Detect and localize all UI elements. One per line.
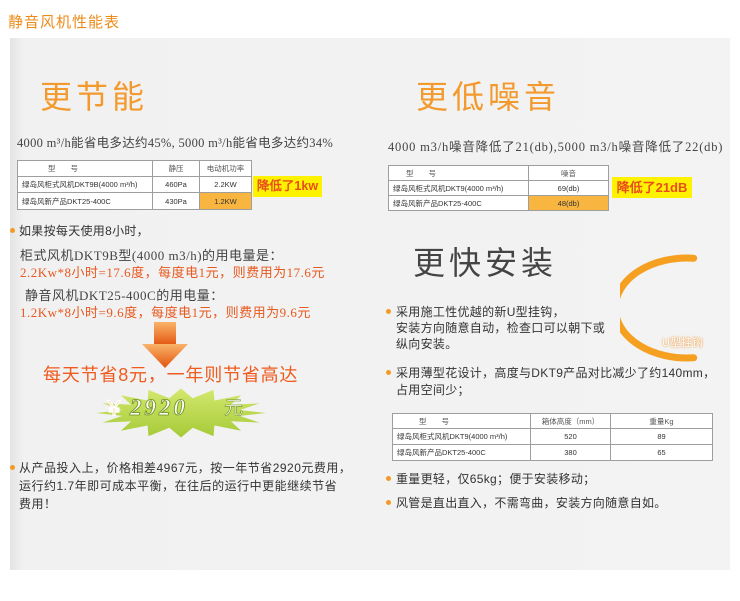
arrow-down-icon [142, 322, 188, 368]
usage-note: 如果按每天使用8小时， [19, 224, 149, 238]
roi-line: 费用！ [19, 497, 57, 511]
table-header-cell: 箱体高度（mm） [530, 413, 611, 429]
table-header-row: 型 号 噪音 [388, 165, 609, 181]
saving-currency: ￥ [104, 398, 125, 421]
bullet-dot-icon [386, 309, 391, 314]
table-row: 绿岛风新产品DKT25-400C 48(db) [388, 195, 609, 211]
bullet-dot-icon [386, 500, 391, 505]
install-heading: 更快安装 [413, 244, 558, 282]
table-header-cell: 型 号 [17, 160, 153, 177]
table-row: 绿岛风柜式风机DKT9B(4000 m³/h) 460Pa 2.2KW [17, 176, 252, 193]
table-header-cell: 电动机功率 [199, 160, 252, 177]
hook-line: 安装方向随意自动，检查口可以朝下或 [396, 321, 606, 335]
table-cell: 绿岛风新产品DKT25-400C [17, 192, 153, 210]
table-cell: 430Pa [152, 192, 200, 210]
table-cell-highlight: 1.2KW [199, 192, 252, 210]
install-table: 型 号 箱体高度（mm） 重量Kg 绿岛风柜式风机DKT9(4000 m³/h)… [392, 413, 713, 461]
new-usage-label: 静音风机DKT25-400C的用电量： [25, 288, 224, 303]
table-header-row: 型 号 静压 电动机功率 [17, 160, 252, 177]
table-header-cell: 噪音 [528, 165, 609, 181]
table-cell: 2.2KW [199, 176, 252, 193]
table-cell: 绿岛风柜式风机DKT9(4000 m³/h) [388, 180, 529, 196]
bullet-dot-icon [10, 228, 15, 233]
table-cell: 绿岛风新产品DKT25-400C [392, 444, 531, 461]
saving-unit: 元 [224, 398, 244, 420]
roi-line: 从产品投入上，价格相差4967元，按一年节省2920元费用， [19, 461, 352, 475]
energy-heading: 更节能 [40, 78, 149, 116]
table-cell: 绿岛风新产品DKT25-400C [388, 195, 529, 211]
table-row: 绿岛风新产品DKT25-400C 380 65 [392, 444, 713, 461]
new-usage-calc: 1.2Kw*8小时=9.6度，每度电1元，则费用为9.6元 [20, 305, 311, 320]
noise-heading: 更低噪音 [416, 78, 561, 116]
table-cell: 520 [530, 428, 611, 445]
table-header-cell: 重量Kg [610, 413, 713, 429]
page: 静音风机性能表 更节能 4000 m³/h能省电多达约45%, 5000 m³/… [0, 0, 740, 601]
table-cell: 69(db) [528, 180, 609, 196]
roi-line: 运行约1.7年即可成本平衡，在往后的运行中更能继续节省 [19, 479, 338, 493]
table-header-cell: 型 号 [388, 165, 529, 181]
table-cell-highlight: 48(db) [528, 195, 609, 211]
table-header-cell: 静压 [152, 160, 200, 177]
table-cell: 460Pa [152, 176, 200, 193]
table-header-cell: 型 号 [392, 413, 531, 429]
slim-line: 采用薄型花设计，高度与DKT9产品对比减少了约140mm， [396, 366, 716, 380]
table-row: 绿岛风柜式风机DKT9(4000 m³/h) 520 89 [392, 428, 713, 445]
old-usage-calc: 2.2Kw*8小时=17.6度，每度电1元，则费用为17.6元 [20, 265, 325, 280]
energy-summary: 4000 m³/h能省电多达约45%, 5000 m³/h能省电多达约34% [17, 136, 334, 150]
weight-note: 重量更轻，仅65kg；便于安装移动； [396, 472, 596, 486]
bullet-dot-icon [10, 465, 15, 470]
page-title: 静音风机性能表 [8, 14, 121, 31]
energy-table: 型 号 静压 电动机功率 绿岛风柜式风机DKT9B(4000 m³/h) 460… [17, 160, 252, 210]
table-row: 绿岛风新产品DKT25-400C 430Pa 1.2KW [17, 192, 252, 210]
table-row: 绿岛风柜式风机DKT9(4000 m³/h) 69(db) [388, 180, 609, 196]
table-cell: 绿岛风柜式风机DKT9B(4000 m³/h) [17, 176, 153, 193]
table-cell: 绿岛风柜式风机DKT9(4000 m³/h) [392, 428, 531, 445]
duct-note: 风管是直出直入，不需弯曲，安装方向随意自如。 [396, 496, 667, 510]
old-usage-label: 柜式风机DKT9B型(4000 m3/h)的用电量是： [20, 248, 284, 263]
bullet-dot-icon [386, 476, 391, 481]
table-header-row: 型 号 箱体高度（mm） 重量Kg [392, 413, 713, 429]
energy-badge: 降低了1kw [253, 176, 322, 197]
noise-badge: 降低了21dB [612, 177, 692, 198]
hook-line: 纵向安装。 [396, 337, 458, 351]
slim-line: 占用空间少； [396, 383, 470, 397]
saving-text: 每天节省8元，一年则节省高达 [43, 365, 299, 385]
u-hook-label: U型挂钩 [662, 337, 703, 349]
table-cell: 65 [610, 444, 713, 461]
noise-summary: 4000 m3/h噪音降低了21(db),5000 m3/h噪音降低了22(db… [388, 140, 724, 154]
table-cell: 89 [610, 428, 713, 445]
saving-amount: 2920 [130, 395, 188, 421]
hook-line: 采用施工性优越的新U型挂钩， [396, 305, 565, 319]
table-cell: 380 [530, 444, 611, 461]
bullet-dot-icon [386, 370, 391, 375]
noise-table: 型 号 噪音 绿岛风柜式风机DKT9(4000 m³/h) 69(db) 绿岛风… [388, 165, 609, 211]
